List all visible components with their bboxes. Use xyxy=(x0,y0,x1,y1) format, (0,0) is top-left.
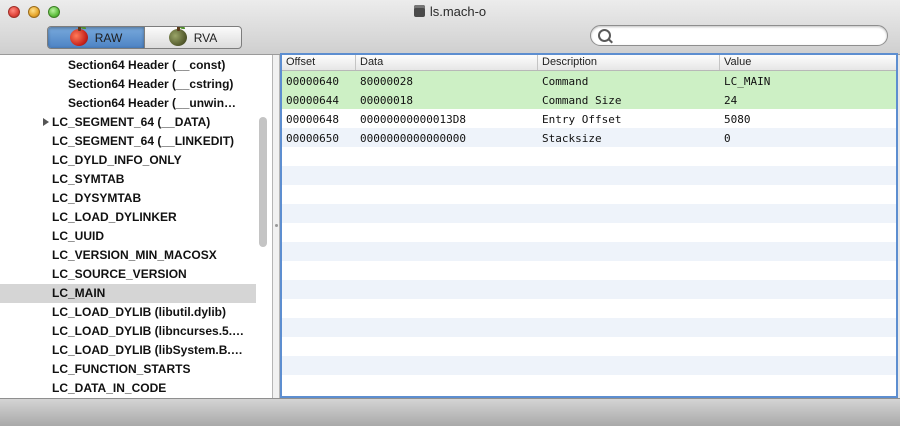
cell-offset: 00000650 xyxy=(286,132,339,145)
sidebar-item[interactable]: Section64 Header (__unwin… xyxy=(0,94,256,113)
empty-table-row xyxy=(282,261,896,280)
sidebar-item-label: LC_SOURCE_VERSION xyxy=(52,267,187,281)
sidebar-item-label: LC_LOAD_DYLIB (libutil.dylib) xyxy=(52,305,226,319)
search-icon xyxy=(598,29,611,42)
sidebar-scrollbar[interactable] xyxy=(259,117,267,247)
column-header-value[interactable]: Value xyxy=(720,55,896,70)
empty-table-row xyxy=(282,318,896,337)
window-title-text: ls.mach-o xyxy=(429,4,487,19)
sidebar-item[interactable]: LC_DYLD_INFO_ONLY xyxy=(0,151,256,170)
cell-value: 0 xyxy=(724,132,731,145)
cell-offset: 00000640 xyxy=(286,75,339,88)
sidebar-item[interactable]: LC_LOAD_DYLIB (libSystem.B.… xyxy=(0,341,256,360)
cell-data: 00000018 xyxy=(360,94,413,107)
app-window: ls.mach-o RAW RVA LC_DATA_IN_CODE LC_FUNC… xyxy=(0,0,900,426)
sidebar-item[interactable]: LC_LOAD_DYLINKER xyxy=(0,208,256,227)
empty-table-row xyxy=(282,242,896,261)
sidebar-item-label: LC_MAIN xyxy=(52,286,106,300)
cell-description: Command Size xyxy=(542,94,622,107)
sidebar-item-label: LC_DYLD_INFO_ONLY xyxy=(52,153,182,167)
column-header-data[interactable]: Data xyxy=(356,55,538,70)
cell-data: 80000028 xyxy=(360,75,413,88)
search-input[interactable] xyxy=(613,28,885,45)
load-commands-outline[interactable]: LC_DATA_IN_CODE LC_FUNCTION_STARTS LC_LOAD… xyxy=(0,55,273,398)
empty-table-row xyxy=(282,223,896,242)
sidebar-item-label: LC_SEGMENT_64 (__LINKEDIT) xyxy=(52,134,235,148)
cell-description: Command xyxy=(542,75,589,88)
sidebar-item-label: LC_FUNCTION_STARTS xyxy=(52,362,191,376)
detail-table: Offset Data Description Value 00000640 80… xyxy=(280,53,898,398)
sidebar-item[interactable]: LC_DATA_IN_CODE xyxy=(0,379,256,398)
address-mode-segmented-control: RAW RVA xyxy=(47,26,242,49)
sidebar-item[interactable]: LC_UUID xyxy=(0,227,256,246)
sidebar-item[interactable]: Section64 Header (__const) xyxy=(0,56,256,75)
sidebar-item[interactable]: LC_DYSYMTAB xyxy=(0,189,256,208)
cell-offset: 00000644 xyxy=(286,94,339,107)
sidebar-item[interactable]: LC_MAIN xyxy=(0,284,256,303)
document-icon xyxy=(413,5,425,17)
sidebar-item[interactable]: Section64 Header (__cstring) xyxy=(0,75,256,94)
cell-description: Entry Offset xyxy=(542,113,622,126)
cell-value: LC_MAIN xyxy=(724,75,771,88)
title-bar: ls.mach-o RAW RVA xyxy=(0,0,900,55)
sidebar-item-label: Section64 Header (__const) xyxy=(68,58,226,72)
sidebar-item[interactable]: LC_SYMTAB xyxy=(0,170,256,189)
empty-table-row xyxy=(282,356,896,375)
sidebar-item[interactable]: LC_FUNCTION_STARTS xyxy=(0,360,256,379)
cell-offset: 00000648 xyxy=(286,113,339,126)
sidebar-item[interactable]: LC_LOAD_DYLIB (libncurses.5.… xyxy=(0,322,256,341)
sidebar-item-label: LC_LOAD_DYLIB (libncurses.5.… xyxy=(52,324,245,338)
status-bar xyxy=(0,398,900,426)
sidebar-item[interactable]: LC_LOAD_DYLIB (libutil.dylib) xyxy=(0,303,256,322)
sidebar-item-label: LC_DYSYMTAB xyxy=(52,191,142,205)
cell-description: Stacksize xyxy=(542,132,602,145)
table-row[interactable]: 00000650 0000000000000000 Stacksize 0 xyxy=(282,128,896,147)
cell-value: 24 xyxy=(724,94,738,107)
sidebar-item-label: LC_VERSION_MIN_MACOSX xyxy=(52,248,217,262)
cell-data: 00000000000013D8 xyxy=(360,113,466,126)
empty-table-row xyxy=(282,280,896,299)
empty-table-row xyxy=(282,166,896,185)
raw-mode-label: RAW xyxy=(94,30,123,45)
window-title: ls.mach-o xyxy=(0,4,900,19)
rva-mode-button[interactable]: RVA xyxy=(144,27,241,48)
disclosure-triangle-icon[interactable] xyxy=(43,118,49,126)
empty-table-row xyxy=(282,204,896,223)
dark-apple-icon xyxy=(168,27,187,46)
sidebar-item-label: LC_UUID xyxy=(52,229,105,243)
column-header-offset[interactable]: Offset xyxy=(282,55,356,70)
table-row[interactable]: 00000644 00000018 Command Size 24 xyxy=(282,90,896,109)
sidebar-item[interactable]: LC_SOURCE_VERSION xyxy=(0,265,256,284)
sidebar-item-label: LC_SEGMENT_64 (__DATA) xyxy=(52,115,211,129)
raw-mode-button[interactable]: RAW xyxy=(48,27,144,48)
sidebar-item-label: LC_LOAD_DYLINKER xyxy=(52,210,177,224)
divider-grip-icon xyxy=(275,224,278,227)
cell-value: 5080 xyxy=(724,113,751,126)
sidebar-item[interactable]: LC_SEGMENT_64 (__LINKEDIT) xyxy=(0,132,256,151)
search-field[interactable] xyxy=(590,25,888,46)
rva-mode-label: RVA xyxy=(193,30,218,45)
table-header: Offset Data Description Value xyxy=(282,55,896,71)
empty-table-row xyxy=(282,147,896,166)
sidebar-item[interactable]: LC_SEGMENT_64 (__DATA) xyxy=(0,113,256,132)
empty-table-row xyxy=(282,299,896,318)
empty-table-row xyxy=(282,375,896,394)
sidebar-item[interactable]: LC_VERSION_MIN_MACOSX xyxy=(0,246,256,265)
empty-table-row xyxy=(282,185,896,204)
cell-data: 0000000000000000 xyxy=(360,132,466,145)
column-header-description[interactable]: Description xyxy=(538,55,720,70)
sidebar-item-label: Section64 Header (__cstring) xyxy=(68,77,234,91)
table-row[interactable]: 00000640 80000028 Command LC_MAIN xyxy=(282,71,896,90)
sidebar-item-label: LC_DATA_IN_CODE xyxy=(52,381,167,395)
sidebar-item-label: Section64 Header (__unwin… xyxy=(68,96,237,110)
sidebar-item-label: LC_LOAD_DYLIB (libSystem.B.… xyxy=(52,343,243,357)
red-apple-icon xyxy=(69,27,88,46)
empty-table-row xyxy=(282,337,896,356)
sidebar-item-label: LC_SYMTAB xyxy=(52,172,125,186)
table-row[interactable]: 00000648 00000000000013D8 Entry Offset 5080 xyxy=(282,109,896,128)
